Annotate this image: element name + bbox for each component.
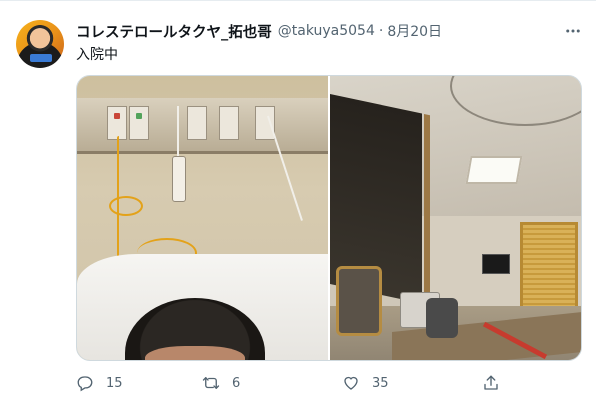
- action-bar: 15 6 35: [76, 371, 582, 395]
- heart-icon: [344, 376, 358, 390]
- media-grid: [76, 75, 582, 361]
- share-button[interactable]: [482, 371, 500, 395]
- share-icon: [484, 375, 498, 390]
- separator-dot: ·: [378, 23, 384, 39]
- tweet[interactable]: コレステロールタクヤ_拓也哥 @takuya5054 · 8月20日 入院中 1…: [0, 0, 596, 406]
- tweet-date[interactable]: 8月20日: [387, 21, 442, 41]
- display-name[interactable]: コレステロールタクヤ_拓也哥: [76, 21, 272, 42]
- more-icon[interactable]: [562, 21, 584, 41]
- user-handle[interactable]: @takuya5054: [278, 23, 375, 39]
- like-button[interactable]: 35: [342, 371, 389, 395]
- like-count: 35: [372, 375, 389, 391]
- tweet-text: 入院中: [76, 47, 118, 63]
- retweet-icon: [202, 377, 220, 389]
- retweet-count: 6: [232, 375, 241, 391]
- avatar[interactable]: [16, 20, 64, 68]
- tweet-header: コレステロールタクヤ_拓也哥 @takuya5054 · 8月20日: [76, 21, 442, 41]
- avatar-badge-graphic: [30, 54, 52, 62]
- reply-icon: [77, 376, 93, 392]
- photo-hospital-bed[interactable]: [77, 76, 328, 360]
- reply-count: 15: [106, 375, 123, 391]
- photo-hospital-room[interactable]: [330, 76, 581, 360]
- retweet-button[interactable]: 6: [202, 371, 240, 395]
- reply-button[interactable]: 15: [76, 371, 123, 395]
